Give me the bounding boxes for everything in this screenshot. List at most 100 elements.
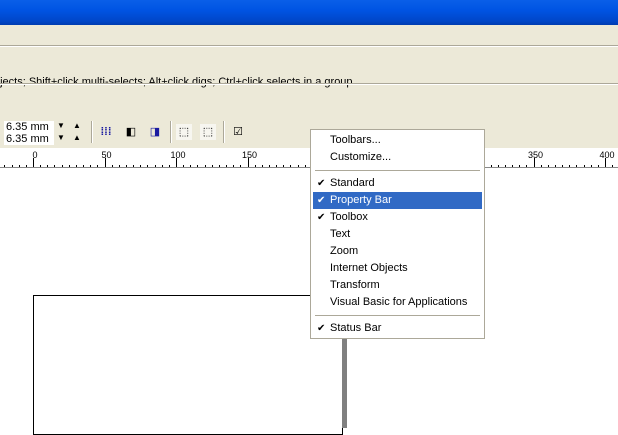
ruler-tick [18,165,20,167]
separator [91,121,93,143]
ruler-tick [569,165,571,167]
ruler-tick [304,165,306,167]
ruler-tick [576,165,578,167]
ruler-tick [4,165,6,167]
ruler-tick [47,165,49,167]
ruler-tick [233,165,235,167]
ruler-tick [612,165,614,167]
select-treat-as-filled-icon[interactable]: ⬚ [176,124,192,140]
menu-item-toolbox[interactable]: ✔ Toolbox [313,209,482,226]
menu-item-status-bar[interactable]: ✔ Status Bar [313,320,482,337]
menu-item-label: Transform [330,279,380,291]
menu-item-transform[interactable]: Transform [313,277,482,294]
menu-item-visual-basic-for-applications[interactable]: Visual Basic for Applications [313,294,482,311]
menu-item-standard[interactable]: ✔ Standard [313,175,482,192]
page-shadow [342,338,347,428]
ruler-label: 0 [32,150,38,160]
ruler-tick [40,165,42,167]
menu-item-customize[interactable]: Customize... [313,149,482,166]
check-icon: ✔ [317,323,326,334]
check-icon: ✔ [317,178,326,189]
ruler-tick [240,165,242,167]
separator [223,121,225,143]
ruler-tick [504,165,506,167]
ruler-tick [526,165,528,167]
ruler-tick [490,165,492,167]
menu-item-label: Toolbars... [330,134,381,146]
ruler-tick [125,165,127,167]
checklist-icon[interactable]: ☑ [230,124,246,140]
menu-item-label: Zoom [330,245,359,257]
nudge-up-icon[interactable]: ▲ [73,122,81,130]
menu-item-label: Internet Objects [330,262,408,274]
ruler-tick [562,165,564,167]
nudge-down-icon[interactable]: ▼ [57,122,65,130]
super-nudge-up-icon[interactable]: ▲ [73,134,81,142]
menu-separator [315,315,480,316]
ruler-label: 50 [101,150,112,160]
super-nudge-offset-input[interactable]: 6.35 mm [4,133,54,145]
ruler-tick [54,165,56,167]
ruler-tick [261,165,263,167]
ruler-tick [547,165,549,167]
ruler-tick [297,165,299,167]
divider [0,45,618,47]
check-icon: ✔ [317,195,326,206]
ruler-tick [597,165,599,167]
menu-item-label: Visual Basic for Applications [330,296,468,308]
separator [170,121,172,143]
menu-item-label: Status Bar [330,322,382,334]
ruler-tick [197,165,199,167]
ruler-tick [11,165,13,167]
ruler-label: 100 [170,150,186,160]
ruler-tick [254,165,256,167]
ruler-tick [83,165,85,167]
ruler-tick [290,165,292,167]
select-marquee-icon[interactable]: ⬚ [200,124,216,140]
ruler-tick [276,165,278,167]
nudge-offset-input[interactable]: 6.35 mm [4,121,54,133]
ruler-tick [25,165,27,167]
ruler-label: 400 [599,150,615,160]
menu-item-toolbars[interactable]: Toolbars... [313,132,482,149]
ruler-tick [204,165,206,167]
menu-item-label: Property Bar [330,194,392,206]
align-left-icon[interactable]: ◧ [123,124,139,140]
ruler-label: 350 [527,150,544,160]
ruler-tick [497,165,499,167]
ruler-tick [140,165,142,167]
grid-icon[interactable]: ⁞⁞⁞ [98,124,114,140]
menu-separator [315,170,480,171]
menu-item-internet-objects[interactable]: Internet Objects [313,260,482,277]
ruler-tick [512,165,514,167]
menu-item-zoom[interactable]: Zoom [313,243,482,260]
status-hint: ojects; Shift+click multi-selects; Alt+c… [0,76,353,88]
ruler-tick [190,165,192,167]
menu-item-label: Customize... [330,151,392,163]
ruler-tick [519,165,521,167]
check-icon: ✔ [317,212,326,223]
super-nudge-down-icon[interactable]: ▼ [57,134,65,142]
property-bar: 6.35 mm 6.35 mm ▼ ▲ ▼ ▲ ⁞⁞⁞ ◧ ◨ ⬚ ⬚ ☑ [0,116,618,146]
menu-item-property-bar[interactable]: ✔ Property Bar [313,192,482,209]
ruler-tick [90,165,92,167]
divider [0,83,618,85]
ruler-tick [283,165,285,167]
ruler-tick [226,165,228,167]
ruler-tick [268,165,270,167]
ruler-tick [154,165,156,167]
ruler-tick [590,165,592,167]
ruler-tick [133,165,135,167]
page-border [33,295,343,435]
ruler-tick [111,165,113,167]
align-center-icon[interactable]: ◨ [147,124,163,140]
ruler-label: 150 [241,150,258,160]
menu-item-text[interactable]: Text [313,226,482,243]
title-bar[interactable] [0,0,618,25]
horizontal-ruler[interactable]: 0 50 100 150 350 400 [0,148,618,168]
toolbars-context-menu: Toolbars... Customize... ✔ Standard ✔ Propert… [310,129,485,339]
ruler-tick [97,165,99,167]
ruler-tick [218,165,220,167]
ruler-tick [554,165,556,167]
ruler-tick [68,165,70,167]
